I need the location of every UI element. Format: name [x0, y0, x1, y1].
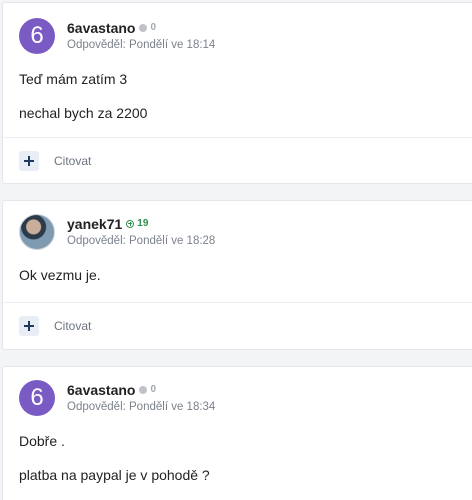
- post-timestamp[interactable]: Odpověděl: Pondělí ve 18:34: [67, 401, 215, 414]
- post-timestamp[interactable]: Odpověděl: Pondělí ve 18:28: [67, 235, 215, 248]
- username-link[interactable]: yanek71: [67, 217, 122, 231]
- add-reaction-button[interactable]: [19, 151, 39, 171]
- username-link[interactable]: 6avastano: [67, 383, 135, 397]
- reputation-count: 19: [137, 217, 149, 229]
- post-meta: 6avastano 0 Odpověděl: Pondělí ve 18:14: [67, 21, 215, 52]
- comment-post: 6 6avastano 0 Odpověděl: Pondělí ve 18:1…: [2, 2, 472, 184]
- post-body: Dobře . platba na paypal je v pohodě ?: [19, 433, 210, 483]
- comment-post: yanek71 19 Odpověděl: Pondělí ve 18:28 O…: [2, 200, 472, 350]
- reputation-badge: 0: [139, 21, 157, 33]
- avatar[interactable]: 6: [19, 380, 55, 416]
- name-row: yanek71 19: [67, 217, 215, 231]
- post-text-line: Dobře .: [19, 433, 65, 449]
- post-header: 6 6avastano 0 Odpověděl: Pondělí ve 18:3…: [19, 378, 215, 418]
- post-footer: Citovat: [3, 302, 472, 349]
- post-body: Ok vezmu je.: [19, 267, 101, 283]
- name-row: 6avastano 0: [67, 21, 215, 35]
- reputation-dot-icon: [139, 23, 148, 32]
- post-text-line: Teď mám zatím 3: [19, 71, 128, 87]
- reputation-count: 0: [150, 21, 157, 33]
- username-link[interactable]: 6avastano: [67, 21, 135, 35]
- post-meta: 6avastano 0 Odpověděl: Pondělí ve 18:34: [67, 383, 215, 414]
- quote-button[interactable]: Citovat: [54, 319, 91, 333]
- post-timestamp[interactable]: Odpověděl: Pondělí ve 18:14: [67, 39, 215, 52]
- post-header: yanek71 19 Odpověděl: Pondělí ve 18:28: [19, 212, 215, 252]
- post-meta: yanek71 19 Odpověděl: Pondělí ve 18:28: [67, 217, 215, 248]
- plus-icon: [24, 156, 34, 166]
- avatar[interactable]: 6: [19, 18, 55, 54]
- reputation-count: 0: [150, 383, 157, 395]
- post-text-line: Ok vezmu je.: [19, 267, 101, 283]
- post-text-line: platba na paypal je v pohodě ?: [19, 467, 210, 483]
- post-body: Teď mám zatím 3 nechal bych za 2200: [19, 71, 147, 121]
- name-row: 6avastano 0: [67, 383, 215, 397]
- reputation-dot-icon: [139, 385, 148, 394]
- add-reaction-button[interactable]: [19, 316, 39, 336]
- reputation-plus-icon: [126, 219, 135, 228]
- reputation-badge: 0: [139, 383, 157, 395]
- reputation-badge: 19: [126, 217, 149, 229]
- avatar[interactable]: [19, 214, 55, 250]
- comment-thread: 6 6avastano 0 Odpověděl: Pondělí ve 18:1…: [0, 0, 472, 500]
- post-text-line: nechal bych za 2200: [19, 105, 148, 121]
- post-footer: Citovat: [3, 137, 472, 184]
- plus-icon: [24, 321, 34, 331]
- quote-button[interactable]: Citovat: [54, 154, 91, 168]
- comment-post: 6 6avastano 0 Odpověděl: Pondělí ve 18:3…: [2, 366, 472, 500]
- post-header: 6 6avastano 0 Odpověděl: Pondělí ve 18:1…: [19, 16, 215, 56]
